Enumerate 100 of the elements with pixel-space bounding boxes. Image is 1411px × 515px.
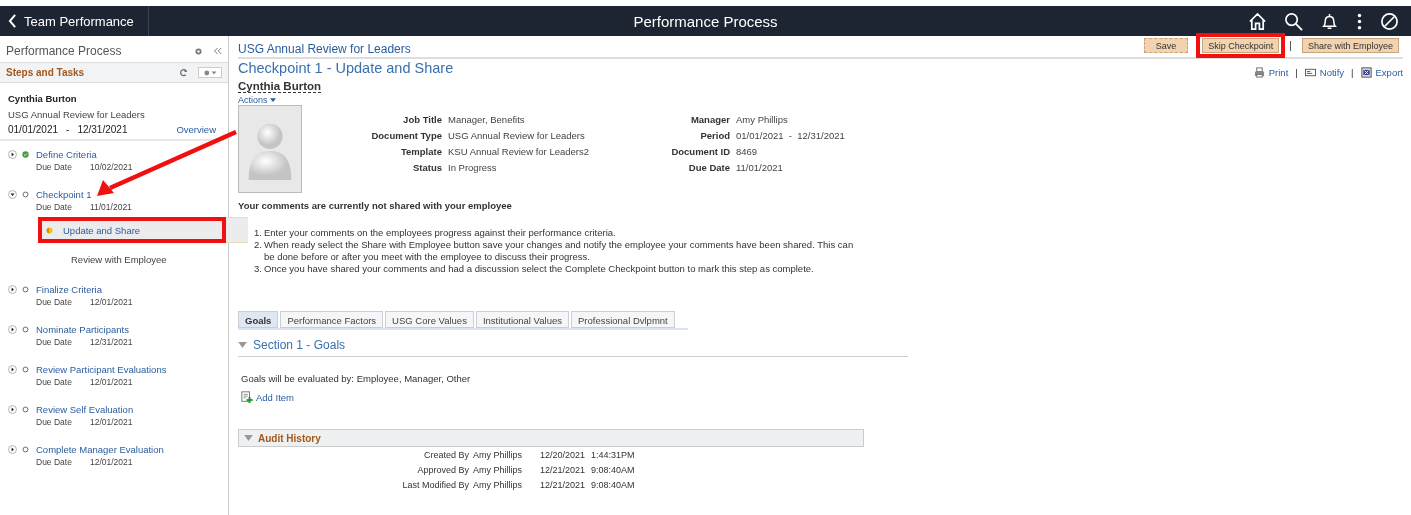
step-link[interactable]: Finalize Criteria: [36, 284, 102, 295]
settings-icon[interactable]: [194, 46, 203, 56]
due-date: 12/31/2021: [89, 337, 133, 347]
field-value: 11/01/2021: [736, 161, 783, 173]
tab[interactable]: Goals: [238, 311, 279, 328]
step-link[interactable]: Define Criteria: [36, 149, 97, 160]
refresh-icon[interactable]: [179, 68, 188, 77]
period-start: 01/01/2021: [8, 124, 59, 135]
add-item-link[interactable]: Add Item: [241, 391, 295, 403]
home-icon[interactable]: [1248, 11, 1267, 31]
document-title: USG Annual Review for Leaders: [238, 42, 411, 56]
page-header-title: Performance Process: [633, 12, 778, 30]
expand-toggle-icon[interactable]: [8, 325, 17, 334]
expand-toggle-icon[interactable]: [8, 190, 17, 199]
field-value: USG Annual Review for Leaders: [448, 129, 585, 141]
instruction-text: Enter your comments on the employees progress against their performance criteria.: [264, 227, 616, 239]
step-link[interactable]: Complete Manager Evaluation: [36, 444, 164, 455]
field-label: Document Type: [370, 129, 442, 141]
back-icon: [8, 14, 17, 28]
due-label: Due Date: [36, 457, 72, 467]
more-icon[interactable]: [1356, 11, 1363, 31]
due-date: 12/01/2021: [89, 297, 133, 307]
audit-name: Amy Phillips: [473, 479, 523, 490]
evaluators-text: Goals will be evaluated by: Employee, Manager, Other: [241, 373, 472, 384]
expand-toggle-icon[interactable]: [8, 445, 17, 454]
field-label: Status: [411, 161, 442, 173]
audit-date: 12/21/2021: [540, 464, 586, 475]
expand-toggle-icon[interactable]: [8, 405, 17, 414]
sidebar-title: Performance Process: [6, 44, 123, 58]
action-button[interactable]: Save: [1143, 37, 1189, 53]
bell-icon[interactable]: [1320, 11, 1339, 31]
add-document-icon: [241, 391, 253, 403]
field-label: Template: [400, 145, 442, 157]
audit-time: 9:08:40AM: [591, 479, 635, 490]
period-separator: -: [66, 124, 70, 135]
back-button[interactable]: Team Performance: [0, 6, 149, 36]
field-label: Job Title: [402, 113, 442, 125]
tab[interactable]: Institutional Values: [475, 311, 569, 328]
expand-toggle-icon[interactable]: [8, 150, 17, 159]
toolbar-link[interactable]: Notify: [1319, 67, 1345, 78]
tab[interactable]: Performance Factors: [280, 311, 384, 328]
field-label: Manager: [689, 113, 730, 125]
list-number: 3.: [254, 263, 263, 275]
due-label: Due Date: [36, 337, 72, 347]
collapse-icon[interactable]: [213, 47, 222, 55]
field-value: 8469: [736, 145, 758, 157]
due-date: 11/01/2021: [89, 202, 132, 212]
document-name: USG Annual Review for Leaders: [8, 109, 146, 120]
collapse-triangle-icon[interactable]: [238, 342, 247, 348]
employee-name: Cynthia Burton: [8, 93, 78, 104]
actions-menu[interactable]: Actions: [238, 95, 276, 105]
period-end: 12/31/2021: [77, 124, 128, 135]
due-date: 12/01/2021: [89, 377, 133, 387]
field-label: Due Date: [687, 161, 730, 173]
audit-label: Last Modified By: [401, 479, 469, 490]
step-link[interactable]: Nominate Participants: [36, 324, 129, 335]
overview-link[interactable]: Overview: [176, 124, 216, 135]
action-button[interactable]: Skip Checkpoint: [1202, 37, 1280, 53]
audit-label: Approved By: [416, 464, 469, 475]
caret-icon: [269, 98, 276, 102]
audit-date: 12/21/2021: [540, 479, 586, 490]
field-value: KSU Annual Review for Leaders2: [448, 145, 589, 157]
list-number: 1.: [254, 227, 263, 239]
due-label: Due Date: [36, 377, 72, 387]
field-value: 01/01/2021 - 12/31/2021: [736, 129, 845, 141]
substep-row[interactable]: Update and Share: [38, 217, 248, 243]
section-heading: Section 1 - Goals: [253, 338, 346, 352]
due-label: Due Date: [36, 297, 72, 307]
employee-name: Cynthia Burton: [238, 80, 322, 93]
toolbar-link[interactable]: Print: [1268, 67, 1289, 78]
tab[interactable]: Professional Dvlpmnt: [570, 311, 675, 328]
due-date: 10/02/2021: [89, 162, 133, 172]
list-number: 2.: [254, 239, 263, 252]
audit-name: Amy Phillips: [473, 449, 523, 460]
substep-row[interactable]: Review with Employee: [38, 247, 228, 271]
printer-icon: [1253, 67, 1265, 78]
options-button[interactable]: [198, 67, 222, 78]
due-label: Due Date: [36, 417, 72, 427]
tab[interactable]: USG Core Values: [385, 311, 474, 328]
expand-toggle-icon[interactable]: [8, 365, 17, 374]
action-button[interactable]: Share with Employee: [1301, 37, 1399, 53]
step-link[interactable]: Review Self Evaluation: [36, 404, 134, 415]
instruction-text: Once you have shared your comments and had a discussion select the Complete Checkpoint button to mark this step as complete.: [264, 263, 814, 275]
due-date: 12/01/2021: [89, 457, 133, 467]
separator: |: [1289, 39, 1292, 51]
separator: |: [1351, 67, 1354, 78]
step-link[interactable]: Review Participant Evaluations: [36, 364, 167, 375]
expand-toggle-icon[interactable]: [8, 285, 17, 294]
field-value: Manager, Benefits: [448, 113, 525, 125]
due-date: 12/01/2021: [89, 417, 133, 427]
search-icon[interactable]: [1284, 11, 1303, 31]
audit-time: 1:44:31PM: [591, 449, 635, 460]
audit-date: 12/20/2021: [540, 449, 586, 460]
spreadsheet-icon: [1360, 67, 1372, 78]
due-label: Due Date: [36, 202, 72, 212]
step-link[interactable]: Checkpoint 1: [36, 189, 92, 200]
substep-label: Update and Share: [63, 224, 141, 236]
instruction-text: When ready select the Share with Employee button save your changes and notify the employee your comments have been shared. This can be done before or after you meet with the employee to discuss their progress.: [264, 239, 854, 263]
notice-text: Your comments are currently not shared with your employee: [238, 200, 513, 211]
toolbar-link[interactable]: Export: [1375, 67, 1403, 78]
